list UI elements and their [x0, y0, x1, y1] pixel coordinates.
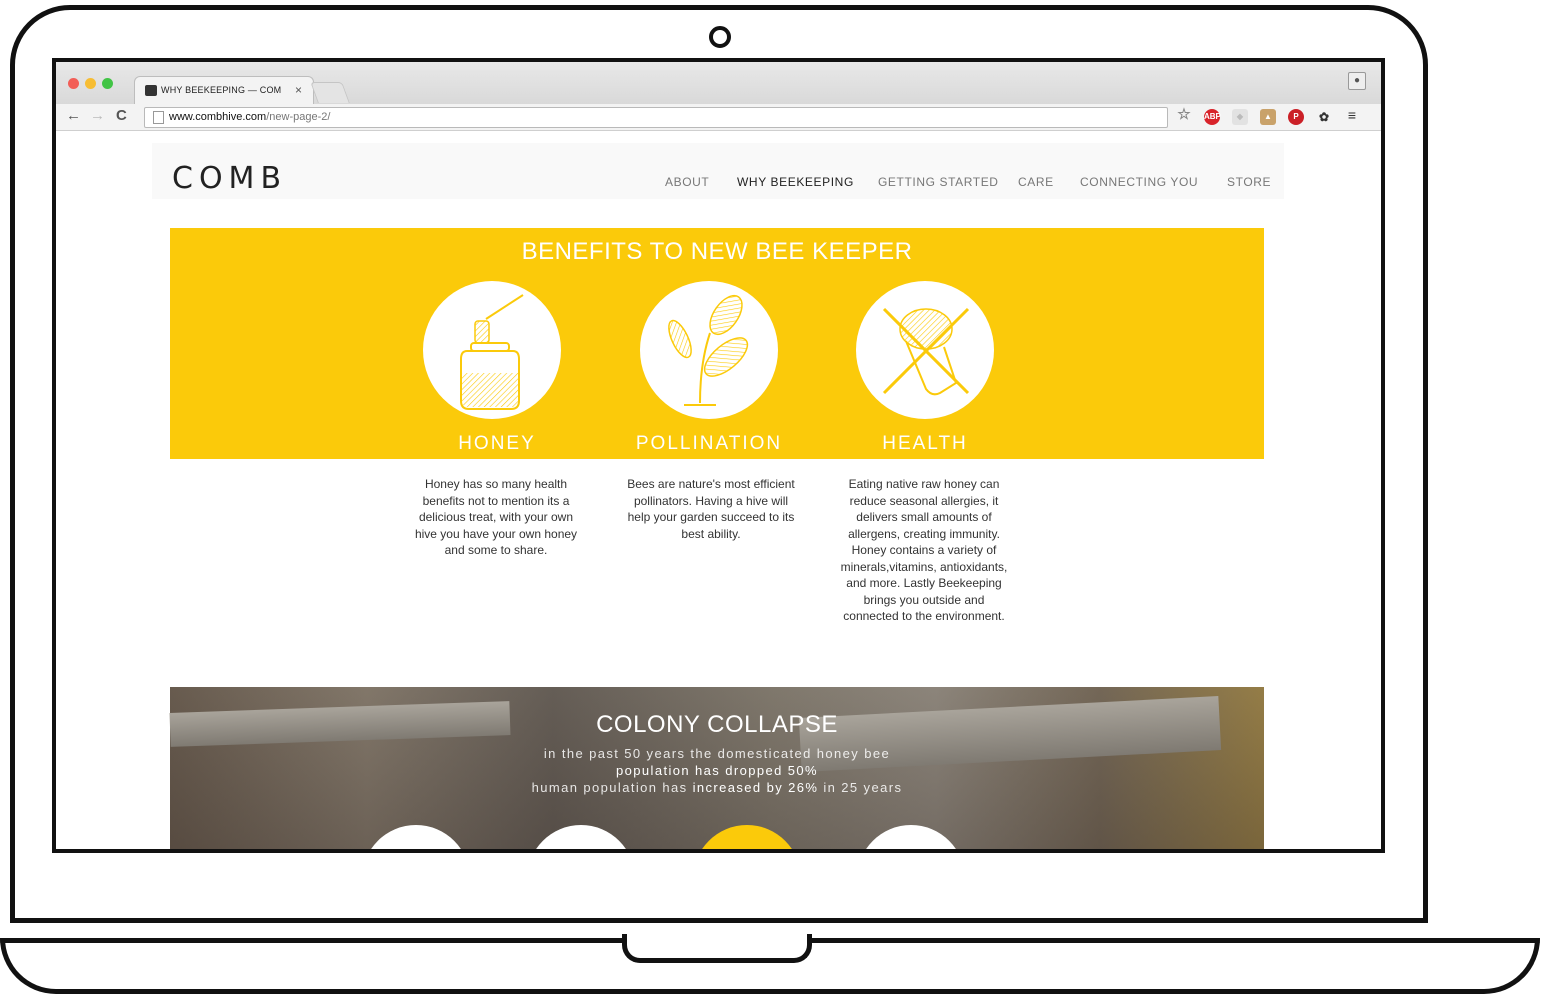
benefits-title: BENEFITS TO NEW BEE KEEPER — [521, 238, 913, 265]
browser-tab-bar: WHY BEEKEEPING — COM × ● — [56, 62, 1381, 105]
nav-store[interactable]: STORE — [1227, 175, 1271, 189]
pollination-description: Bees are nature's most efficient pollina… — [627, 477, 795, 541]
colony-stat-3-bold: increased by 26% — [692, 780, 819, 795]
url-host: www.combhive.com — [169, 111, 267, 123]
stat-circle — [527, 825, 635, 849]
colony-stat-2: population has dropped 50% — [170, 763, 1264, 778]
shield-icon[interactable]: ◆ — [1232, 109, 1248, 125]
stat-circle — [362, 825, 470, 849]
page-icon — [153, 111, 164, 124]
site-header: COMB ABOUT WHY BEEKEEPING GETTING STARTE… — [152, 143, 1284, 199]
reload-icon[interactable]: C — [116, 107, 127, 124]
honey-label: HONEY — [458, 433, 536, 454]
health-description: Eating native raw honey can reduce seaso… — [840, 477, 1008, 623]
colony-collapse-section: COLONY COLLAPSE in the past 50 years the… — [169, 687, 1264, 849]
fox-extension-icon[interactable]: ▲ — [1260, 109, 1276, 125]
profile-icon[interactable]: ● — [1348, 72, 1366, 90]
address-bar[interactable]: www.combhive.com/new-page-2/ — [144, 107, 1168, 128]
health-label: HEALTH — [882, 433, 968, 454]
pinterest-icon[interactable]: P — [1288, 109, 1304, 125]
stat-circle — [693, 825, 801, 849]
allergy-crossed-icon — [856, 281, 994, 419]
favicon-icon — [145, 85, 157, 96]
close-window-button[interactable] — [68, 78, 79, 89]
close-tab-icon[interactable]: × — [295, 83, 302, 97]
new-tab-button[interactable] — [310, 82, 350, 103]
nav-getting-started[interactable]: GETTING STARTED — [878, 175, 999, 189]
tab-title: WHY BEEKEEPING — COM — [161, 85, 282, 95]
url-path: /new-page-2/ — [266, 111, 331, 123]
honey-jar-icon — [423, 281, 561, 419]
honey-description: Honey has so many health benefits not to… — [414, 477, 578, 557]
site-logo[interactable]: COMB — [172, 161, 287, 196]
laptop-screen: WHY BEEKEEPING — COM × ● ← → C www.combh… — [52, 58, 1385, 853]
colony-stat-2-text: population has dropped 50% — [616, 763, 818, 778]
url-text: www.combhive.com/new-page-2/ — [169, 111, 330, 123]
colony-stat-3-post: in 25 years — [818, 780, 903, 795]
laptop-notch — [622, 934, 812, 963]
web-page: COMB ABOUT WHY BEEKEEPING GETTING STARTE… — [56, 131, 1381, 849]
benefits-banner: BENEFITS TO NEW BEE KEEPER HONEY POLLINA… — [170, 228, 1264, 459]
nav-why-beekeeping[interactable]: WHY BEEKEEPING — [737, 175, 854, 189]
stat-circle — [857, 825, 965, 849]
nav-care[interactable]: CARE — [1018, 175, 1054, 189]
nav-connecting-you[interactable]: CONNECTING YOU — [1080, 175, 1198, 189]
maximize-window-button[interactable] — [102, 78, 113, 89]
webcam-icon — [709, 26, 731, 48]
bug-icon[interactable]: ✿ — [1316, 109, 1332, 125]
pollination-label: POLLINATION — [635, 433, 783, 454]
bookmark-star-icon[interactable]: ☆ — [1176, 107, 1192, 123]
colony-title: COLONY COLLAPSE — [596, 711, 838, 738]
browser-toolbar: ← → C www.combhive.com/new-page-2/ ☆ ABP… — [56, 104, 1381, 131]
plant-icon — [640, 281, 778, 419]
colony-stat-3-pre: human population has — [531, 780, 693, 795]
colony-stat-3: human population has increased by 26% in… — [170, 780, 1264, 795]
adblock-plus-icon[interactable]: ABP — [1204, 109, 1221, 125]
browser-tab[interactable]: WHY BEEKEEPING — COM × — [134, 76, 314, 105]
nav-about[interactable]: ABOUT — [665, 175, 709, 189]
forward-arrow-icon[interactable]: → — [90, 107, 105, 124]
minimize-window-button[interactable] — [85, 78, 96, 89]
colony-stat-1: in the past 50 years the domesticated ho… — [543, 746, 891, 761]
menu-icon[interactable]: ≡ — [1344, 107, 1360, 123]
back-arrow-icon[interactable]: ← — [66, 107, 81, 124]
